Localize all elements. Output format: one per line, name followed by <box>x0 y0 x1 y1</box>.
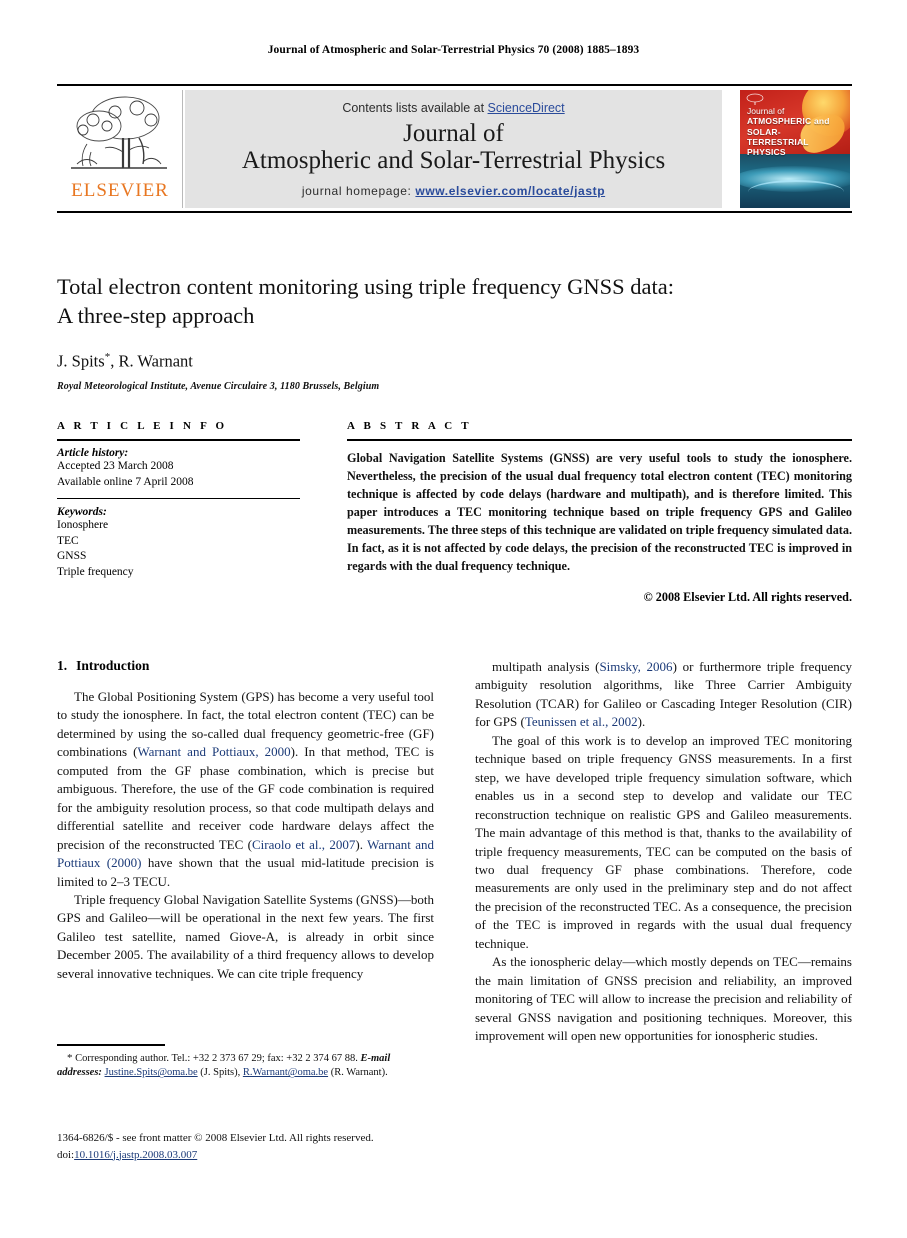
paragraph-text: ). In that method, TEC is computed from … <box>57 744 434 852</box>
imprint-doi-line: doi:10.1016/j.jastp.2008.03.007 <box>57 1147 477 1164</box>
elsevier-logo: ELSEVIER <box>59 90 181 208</box>
right-paragraphs: multipath analysis (Simsky, 2006) or fur… <box>475 658 852 1046</box>
body-column-right: multipath analysis (Simsky, 2006) or fur… <box>475 658 852 1046</box>
doi-label: doi: <box>57 1148 75 1161</box>
title-block: Total electron content monitoring using … <box>57 272 857 392</box>
homepage-label: journal homepage: <box>301 183 416 198</box>
journal-title-line1: Journal of <box>403 120 504 147</box>
body-paragraph: The goal of this work is to develop an i… <box>475 732 852 953</box>
paragraph-text: multipath analysis ( <box>492 659 600 674</box>
cover-line-3: SOLAR-TERRESTRIAL <box>747 126 809 148</box>
journal-masthead: ELSEVIER Contents lists available at Sci… <box>57 84 852 213</box>
article-info-heading: A R T I C L E I N F O <box>57 420 228 432</box>
body-paragraph: As the ionospheric delay—which mostly de… <box>475 953 852 1045</box>
email-link-spits[interactable]: Justine.Spits@oma.be <box>105 1067 198 1078</box>
abstract-heading: A B S T R A C T <box>347 420 472 432</box>
masthead-divider <box>182 90 183 208</box>
journal-title-line2: Atmospheric and Solar-Terrestrial Physic… <box>241 146 666 174</box>
article-history-online: Available online 7 April 2008 <box>57 475 194 488</box>
cover-line-2: ATMOSPHERIC and <box>747 116 830 127</box>
article-history-label: Article history: <box>57 447 129 459</box>
abstract-text: Global Navigation Satellite Systems (GNS… <box>347 451 852 573</box>
author-first: J. Spits <box>57 351 105 370</box>
footnote-corresponding: Corresponding author. Tel.: +32 2 373 67… <box>72 1052 358 1064</box>
running-head: Journal of Atmospheric and Solar-Terrest… <box>267 44 640 56</box>
elsevier-tree-icon <box>63 92 175 180</box>
article-info-subrule <box>57 497 300 499</box>
left-paragraphs: The Global Positioning System (GPS) has … <box>57 688 434 983</box>
section-number: 1. <box>57 658 68 673</box>
keyword-item: Triple frequency <box>57 566 134 579</box>
elsevier-wordmark: ELSEVIER <box>71 180 169 201</box>
masthead-bottom-rule <box>57 211 852 213</box>
keyword-item: Ionosphere <box>57 518 109 531</box>
abstract-rule <box>347 439 852 441</box>
citation-link[interactable]: Teunissen et al., 2002 <box>525 714 638 729</box>
cover-line-1: Journal of <box>747 106 785 116</box>
paragraph-text: Triple frequency Global Navigation Satel… <box>57 891 434 981</box>
abstract-copyright: © 2008 Elsevier Ltd. All rights reserved… <box>643 589 852 604</box>
title-line-1: Total electron content monitoring using … <box>57 274 675 299</box>
keywords-label: Keywords: <box>57 505 107 518</box>
cover-title-text: Journal of ATMOSPHERIC and SOLAR-TERREST… <box>747 106 833 158</box>
cover-elsevier-mini-logo <box>746 93 764 105</box>
sciencedirect-link[interactable]: ScienceDirect <box>488 101 565 115</box>
body-paragraph: multipath analysis (Simsky, 2006) or fur… <box>475 658 852 732</box>
page-title: Total electron content monitoring using … <box>57 272 857 331</box>
email-owner-warnant: (R. Warnant). <box>328 1067 388 1079</box>
article-info-column: A R T I C L E I N F O Article history: A… <box>57 420 300 581</box>
section-heading-introduction: 1. Introduction <box>57 658 434 674</box>
citation-link[interactable]: Warnant and Pottiaux, 2000 <box>137 744 290 759</box>
contents-prefix: Contents lists available at <box>342 101 488 115</box>
article-history-accepted: Accepted 23 March 2008 <box>57 460 174 472</box>
citation-link[interactable]: Simsky, 2006 <box>599 659 672 674</box>
cover-line-4: PHYSICS <box>747 147 786 158</box>
section-title-text: Introduction <box>76 658 150 673</box>
citation-link[interactable]: Ciraolo et al., 2007 <box>252 837 355 852</box>
email-owner-spits: (J. Spits), <box>197 1067 241 1079</box>
cover-arc <box>748 180 844 204</box>
corresponding-author-footnote: * Corresponding author. Tel.: +32 2 373 … <box>57 1044 434 1081</box>
author-list: J. Spits*, R. Warnant <box>57 351 857 372</box>
imprint-front-matter: 1364-6826/$ - see front matter © 2008 El… <box>57 1132 374 1144</box>
paragraph-text: ). <box>355 836 368 852</box>
paragraph-text: As the ionospheric delay—which mostly de… <box>475 954 852 1044</box>
journal-homepage-line: journal homepage: www.elsevier.com/locat… <box>185 184 722 198</box>
body-column-left: 1. Introduction The Global Positioning Sy… <box>57 658 434 983</box>
author-rest: , R. Warnant <box>110 351 193 370</box>
affiliation: Royal Meteorological Institute, Avenue C… <box>57 381 380 392</box>
journal-cover-thumbnail: Journal of ATMOSPHERIC and SOLAR-TERREST… <box>740 90 850 208</box>
imprint-block: 1364-6826/$ - see front matter © 2008 El… <box>57 1130 477 1163</box>
footnote-rule <box>57 1044 165 1046</box>
email-link-warnant[interactable]: R.Warnant@oma.be <box>243 1067 328 1078</box>
footnote-text: * Corresponding author. Tel.: +32 2 373 … <box>57 1051 434 1082</box>
paper-page: Journal of Atmospheric and Solar-Terrest… <box>0 0 907 1238</box>
paragraph-text: The goal of this work is to develop an i… <box>475 732 852 951</box>
journal-homepage-link[interactable]: www.elsevier.com/locate/jastp <box>415 184 605 198</box>
keyword-item: GNSS <box>57 550 87 563</box>
title-line-2: A three-step approach <box>57 303 255 329</box>
abstract-column: A B S T R A C T Global Navigation Satell… <box>347 420 852 605</box>
body-paragraph: Triple frequency Global Navigation Satel… <box>57 891 434 983</box>
doi-link[interactable]: 10.1016/j.jastp.2008.03.007 <box>74 1149 197 1161</box>
paragraph-text: ). <box>637 714 646 730</box>
keyword-item: TEC <box>57 534 79 547</box>
journal-info-panel: Contents lists available at ScienceDirec… <box>185 90 722 208</box>
contents-available-line: Contents lists available at ScienceDirec… <box>185 101 722 115</box>
body-paragraph: The Global Positioning System (GPS) has … <box>57 688 434 891</box>
masthead-top-rule <box>57 84 852 86</box>
